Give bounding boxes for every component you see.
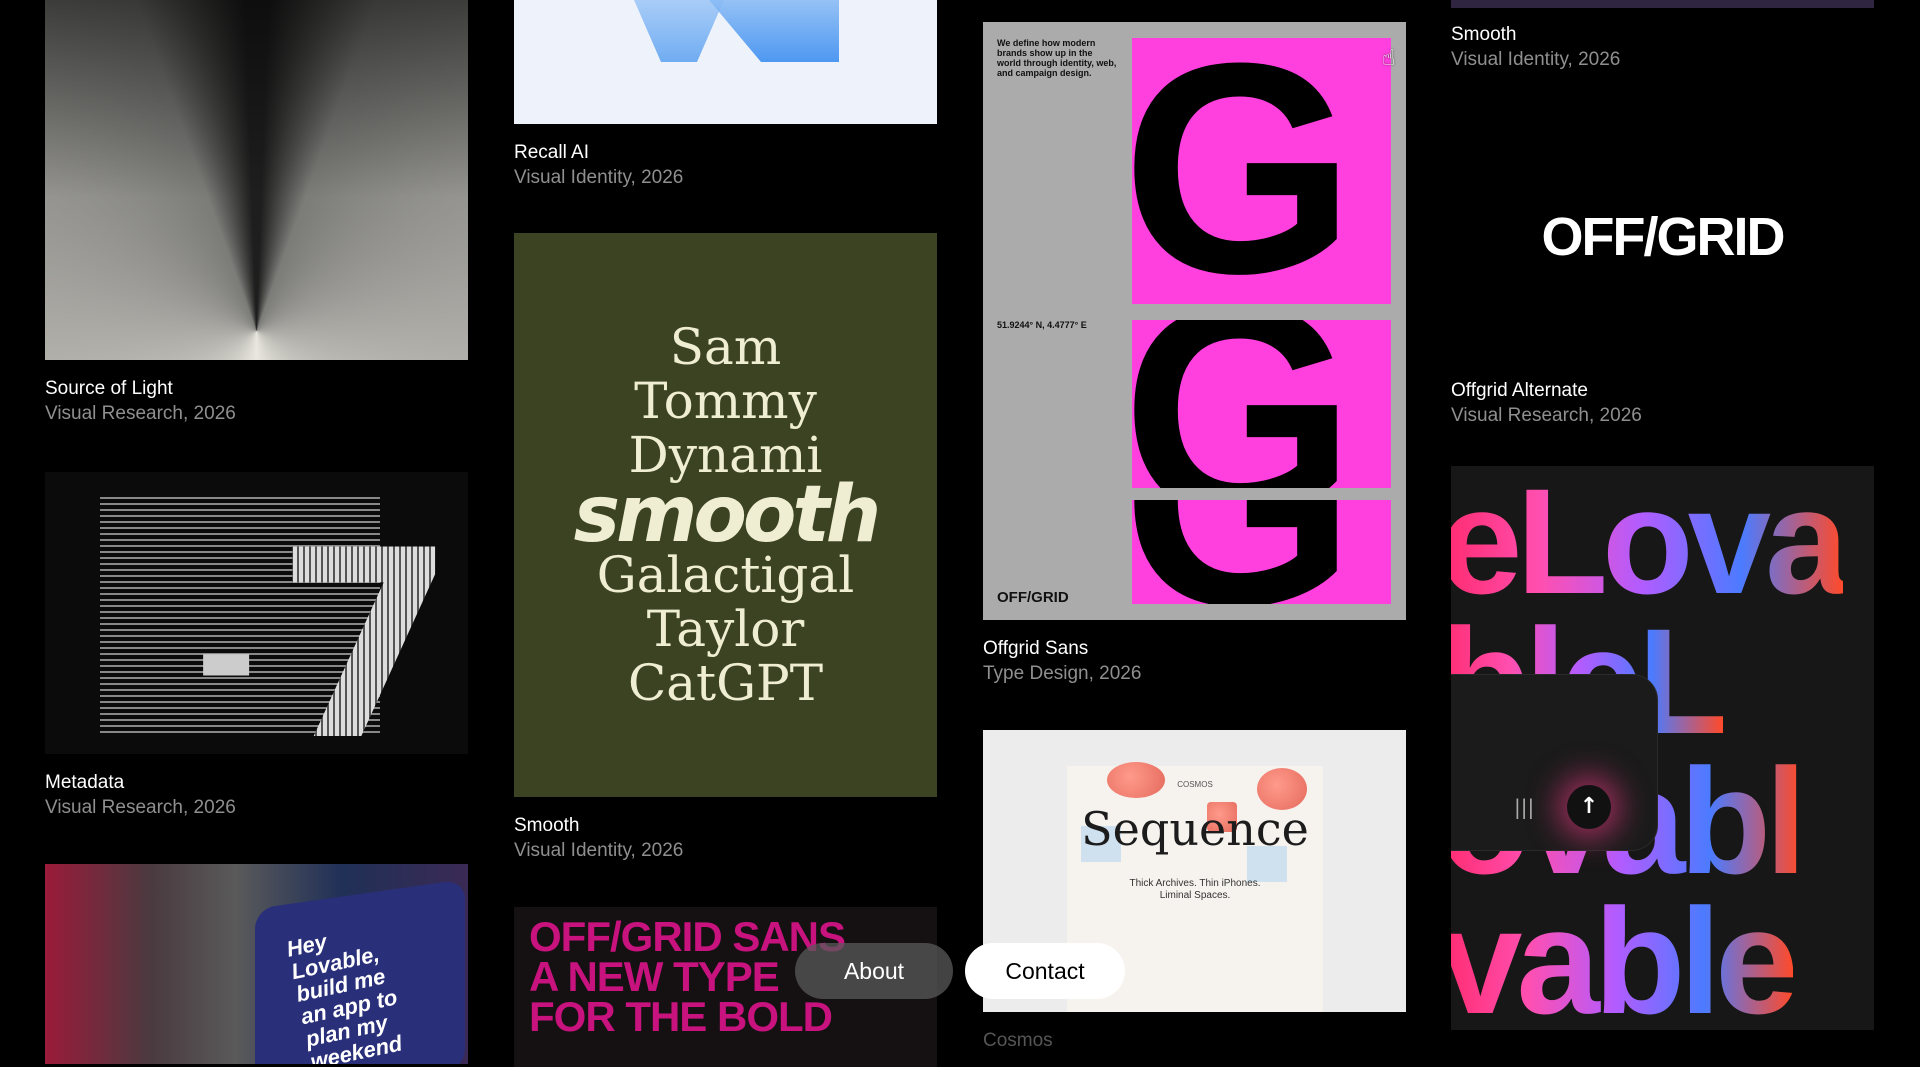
poster-word: Sam xyxy=(669,318,782,376)
cosmos-line: Thick Archives. Thin iPhones. Liminal Sp… xyxy=(1129,878,1261,901)
dash-glyph: - xyxy=(195,570,258,744)
project-subtitle: Visual Research, 2026 xyxy=(1451,405,1642,426)
hand-cursor-icon: ☝ xyxy=(1382,46,1396,71)
lovable-thumbnail[interactable]: eLova bleL ovabl vable ||| ↑ xyxy=(1451,466,1874,1030)
glyph-panel: G xyxy=(1132,500,1391,604)
project-title[interactable]: Offgrid Sans xyxy=(983,637,1406,661)
project-title[interactable]: Source of Light xyxy=(45,377,468,401)
poster-blurb: We define how modern brands show up in t… xyxy=(997,38,1117,78)
project-title[interactable]: Metadata xyxy=(45,771,468,795)
project-subtitle: Visual Identity, 2026 xyxy=(514,167,684,188)
project-card-lovable-subway[interactable]: Hey Lovable, build me an app to plan my … xyxy=(45,864,468,1064)
project-subtitle: Type Design, 2026 xyxy=(983,663,1142,684)
contact-button[interactable]: Contact xyxy=(965,943,1125,999)
prompt-box: ||| ↑ xyxy=(1451,674,1658,851)
poster-word: CatGPT xyxy=(627,654,824,712)
poster-coordinates: 51.9244° N, 4.4777° E xyxy=(997,320,1087,330)
poster-word: Taylor xyxy=(646,600,805,658)
project-card-recall-ai[interactable]: Recall AI Visual Identity, 2026 xyxy=(514,0,937,191)
poster-word: Galactigal xyxy=(596,546,855,604)
project-card-smooth[interactable]: Sam Tommy Dynami smooth Galactigal Taylo… xyxy=(514,233,937,864)
project-card-smooth-2[interactable]: Smooth Visual Identity, 2026 xyxy=(1451,0,1874,73)
blob-shape xyxy=(1107,762,1165,798)
project-subtitle: Visual Research, 2026 xyxy=(45,797,236,818)
project-title[interactable]: Recall AI xyxy=(514,141,937,165)
glyph-panel: G xyxy=(1132,320,1391,488)
project-title[interactable]: Smooth xyxy=(514,814,937,838)
recall-ai-thumbnail[interactable] xyxy=(514,0,937,124)
lovable-text-row: eLova xyxy=(1451,466,1849,616)
blue-shape xyxy=(709,0,839,62)
subway-ad-thumbnail[interactable]: Hey Lovable, build me an app to plan my … xyxy=(45,864,468,1064)
smooth-thumbnail[interactable]: Sam Tommy Dynami smooth Galactigal Taylo… xyxy=(514,233,937,797)
project-title[interactable]: Smooth xyxy=(1451,23,1874,47)
poster-word-highlight: smooth xyxy=(573,470,882,560)
glyph-panel: G xyxy=(1132,38,1391,304)
arrow-up-icon: ↑ xyxy=(1567,785,1611,829)
project-card-lovable[interactable]: eLova bleL ovabl vable ||| ↑ xyxy=(1451,466,1874,1030)
poster-logo: OFF/GRID xyxy=(997,589,1069,606)
smooth-thumbnail[interactable] xyxy=(1451,0,1874,8)
cosmos-word: Sequence xyxy=(1081,802,1309,856)
seven-glyph: 7 xyxy=(275,517,456,754)
project-card-offgrid-alternate[interactable]: OFF/GRID Offgrid Alternate Visual Resear… xyxy=(1451,112,1874,429)
project-card-metadata[interactable]: - 7 Metadata Visual Research, 2026 xyxy=(45,472,468,821)
project-subtitle: Visual Research, 2026 xyxy=(45,403,236,424)
lovable-text-row: vable xyxy=(1451,886,1799,1030)
metadata-thumbnail[interactable]: - 7 xyxy=(45,472,468,754)
project-card-cosmos[interactable]: COSMOS Sequence Thick Archives. Thin iPh… xyxy=(983,730,1406,1053)
project-card-source-of-light[interactable]: Source of Light Visual Research, 2026 xyxy=(45,0,468,427)
offgrid-alternate-thumbnail[interactable]: OFF/GRID xyxy=(1451,112,1874,362)
poster-word: Tommy xyxy=(634,372,817,430)
blue-shape xyxy=(634,0,724,62)
source-of-light-thumbnail[interactable] xyxy=(45,0,468,360)
cosmos-brand: COSMOS xyxy=(1177,780,1213,789)
offgrid-sans-thumbnail[interactable]: We define how modern brands show up in t… xyxy=(983,22,1406,620)
offgrid-logo: OFF/GRID xyxy=(1541,207,1786,267)
project-subtitle: Visual Identity, 2026 xyxy=(1451,49,1621,70)
project-title[interactable]: Cosmos xyxy=(983,1029,1406,1053)
project-card-offgrid-sans[interactable]: We define how modern brands show up in t… xyxy=(983,22,1406,687)
project-title[interactable]: Offgrid Alternate xyxy=(1451,379,1874,403)
about-button[interactable]: About xyxy=(795,943,953,999)
audio-wave-icon: ||| xyxy=(1514,795,1535,819)
project-subtitle: Visual Identity, 2026 xyxy=(514,840,684,861)
